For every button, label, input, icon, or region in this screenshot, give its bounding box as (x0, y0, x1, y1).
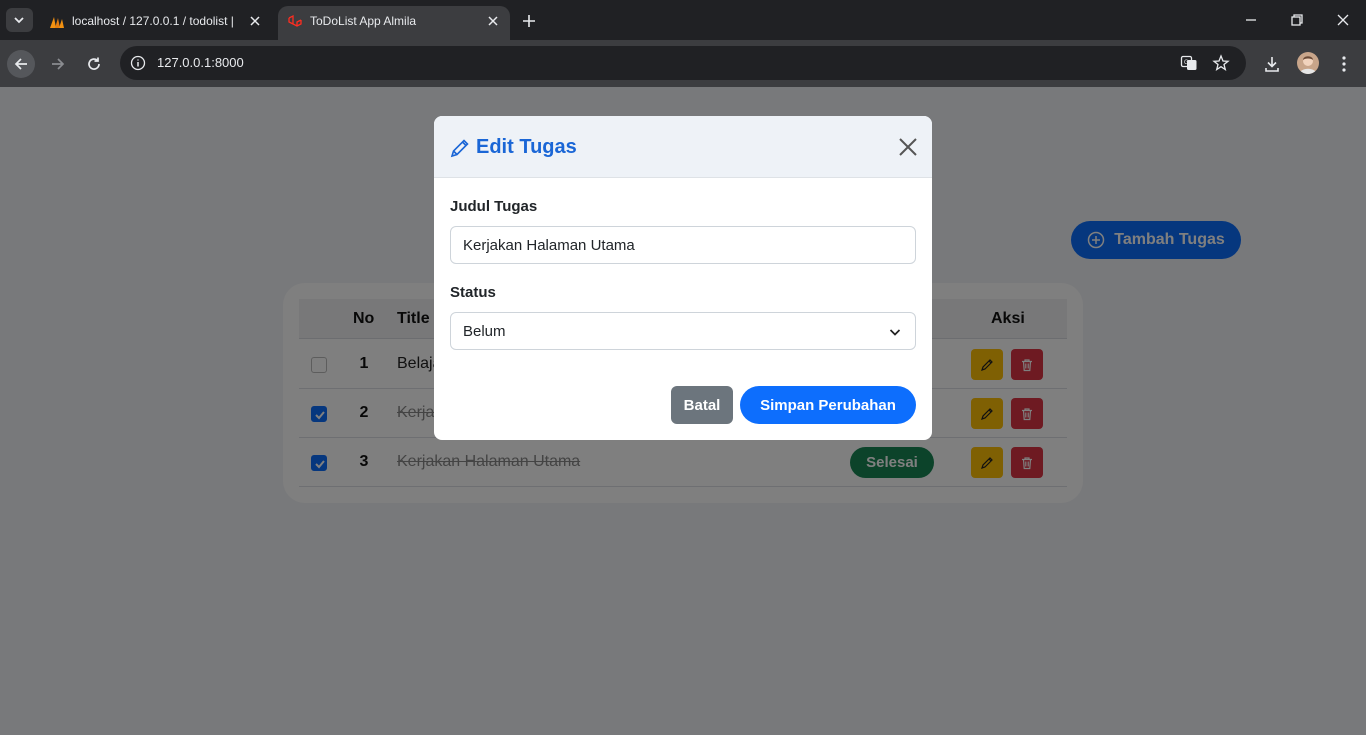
tab-title: ToDoList App Almila (310, 14, 417, 28)
back-button[interactable] (7, 50, 35, 78)
page-content: Tambah Tugas No Title Aksi 1 Belaja 2 (0, 87, 1366, 735)
edit-task-modal: Edit Tugas Judul Tugas Status Belum Bata… (434, 116, 932, 440)
more-menu-icon[interactable] (1334, 54, 1354, 74)
tab-title: localhost / 127.0.0.1 / todolist | (72, 14, 234, 28)
browser-tab-phpmyadmin[interactable]: localhost / 127.0.0.1 / todolist | (40, 6, 272, 40)
close-icon[interactable] (248, 14, 262, 28)
save-button[interactable]: Simpan Perubahan (740, 386, 916, 424)
chevron-down-icon (14, 17, 24, 24)
restore-icon[interactable] (1289, 12, 1305, 28)
arrow-right-icon (52, 58, 65, 70)
status-label: Status (450, 284, 496, 301)
close-icon[interactable] (486, 14, 500, 28)
pencil-icon (450, 139, 469, 158)
modal-header: Edit Tugas (434, 116, 932, 178)
svg-text:G: G (1184, 60, 1189, 66)
laravel-icon (288, 14, 302, 27)
minimize-icon[interactable] (1243, 12, 1259, 28)
download-icon[interactable] (1262, 54, 1282, 74)
new-tab-icon[interactable] (520, 12, 538, 30)
phpmyadmin-icon (50, 17, 64, 28)
url-text: 127.0.0.1:8000 (157, 55, 244, 70)
translate-icon[interactable]: G (1180, 54, 1198, 72)
chevron-down-icon (889, 329, 901, 336)
judul-label: Judul Tugas (450, 198, 538, 215)
browser-toolbar: 127.0.0.1:8000 G (0, 40, 1366, 87)
cancel-button[interactable]: Batal (671, 386, 733, 424)
modal-title: Edit Tugas (476, 136, 577, 158)
avatar-icon (1299, 56, 1317, 74)
judul-input[interactable] (450, 226, 916, 264)
arrow-left-icon (14, 58, 27, 70)
address-bar[interactable]: 127.0.0.1:8000 G (120, 46, 1246, 80)
status-value: Belum (463, 323, 506, 340)
browser-tab-todolist[interactable]: ToDoList App Almila (278, 6, 510, 40)
window-close-icon[interactable] (1335, 12, 1351, 28)
browser-tab-bar: localhost / 127.0.0.1 / todolist | ToDoL… (0, 0, 1366, 40)
bookmark-star-icon[interactable] (1212, 54, 1230, 72)
reload-icon (88, 57, 100, 70)
forward-button[interactable] (44, 50, 72, 78)
close-icon[interactable] (898, 137, 918, 157)
reload-button[interactable] (80, 50, 108, 78)
profile-avatar[interactable] (1297, 52, 1319, 74)
status-select[interactable]: Belum (450, 312, 916, 350)
tab-search-button[interactable] (6, 8, 33, 32)
site-info-icon[interactable] (130, 55, 146, 71)
